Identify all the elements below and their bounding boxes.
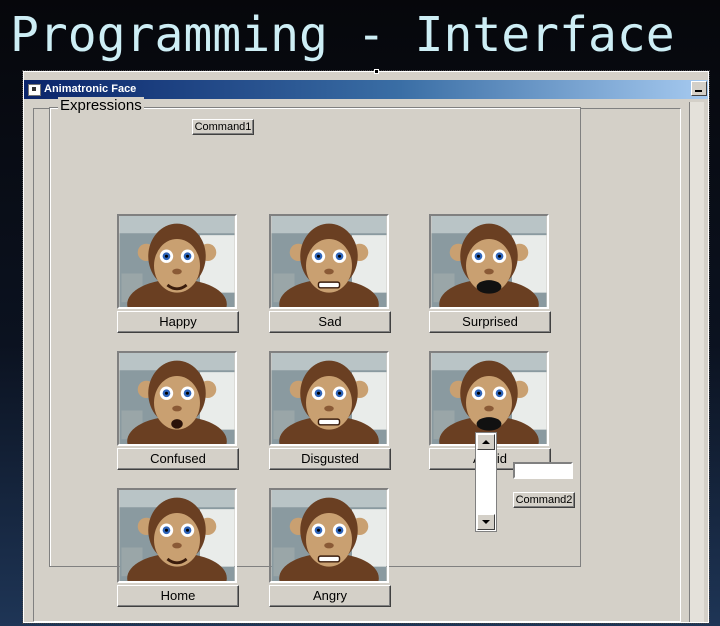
slide-title: Programming - Interface xyxy=(10,7,675,63)
command2-button[interactable]: Command2 xyxy=(513,492,575,508)
expression-button-happy[interactable]: Happy xyxy=(117,311,239,333)
expression-button-surprised[interactable]: Surprised xyxy=(429,311,551,333)
expression-image xyxy=(269,488,389,583)
expression-button-home[interactable]: Home xyxy=(117,585,239,607)
app-icon xyxy=(28,84,41,96)
expression-image xyxy=(117,351,237,446)
expression-button-disgusted[interactable]: Disgusted xyxy=(269,448,391,470)
command1-button[interactable]: Command1 xyxy=(192,119,254,135)
expression-image xyxy=(429,214,549,309)
scroll-down-arrow-icon[interactable] xyxy=(477,514,495,530)
expression-button-angry[interactable]: Angry xyxy=(269,585,391,607)
expression-image xyxy=(117,214,237,309)
expression-button-confused[interactable]: Confused xyxy=(117,448,239,470)
selection-handle[interactable] xyxy=(374,69,379,74)
expression-button-sad[interactable]: Sad xyxy=(269,311,391,333)
window-scrollbar[interactable] xyxy=(689,102,704,622)
expression-image xyxy=(269,214,389,309)
text-input[interactable] xyxy=(513,462,573,479)
vertical-scrollbar[interactable] xyxy=(475,432,497,532)
expression-image xyxy=(269,351,389,446)
minimize-button[interactable] xyxy=(691,81,707,96)
expression-image xyxy=(117,488,237,583)
frame-caption: Expressions xyxy=(58,97,144,114)
scroll-up-arrow-icon[interactable] xyxy=(477,434,495,450)
